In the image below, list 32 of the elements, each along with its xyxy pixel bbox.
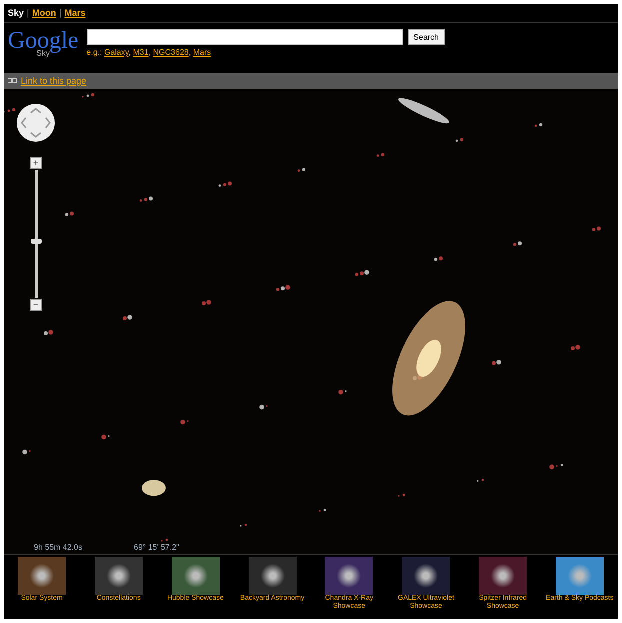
separator: | [59,8,62,18]
page-link[interactable]: Link to this page [21,76,87,86]
thumbnail-placeholder [402,557,450,595]
example-link[interactable]: NGC3628 [153,48,189,57]
right-ascension: 9h 55m 42.0s [34,543,82,552]
nav-link[interactable]: Mars [64,8,86,18]
thumbnail-placeholder [172,557,220,595]
example-link[interactable]: Galaxy [104,48,129,57]
thumbnail-placeholder [325,557,374,595]
comma: , [188,48,192,57]
thumbnail-placeholder [479,557,528,595]
zoom-out-button[interactable]: − [30,299,42,311]
example-link[interactable]: M31 [133,48,149,57]
thumbnail-placeholder [556,557,604,595]
link-icon [8,78,17,84]
pan-control-icon[interactable] [16,103,56,143]
zoom-slider-thumb[interactable] [31,238,42,244]
nav-link[interactable]: Sky [8,8,24,18]
nav-link[interactable]: Moon [32,8,56,18]
thumbnail-placeholder [94,557,143,595]
thumbnail-placeholder [18,557,66,595]
comma: , [148,48,152,57]
comma: , [128,48,132,57]
zoom-in-button[interactable]: + [30,157,42,169]
search-button[interactable]: Search [408,29,446,45]
thumbnail-placeholder [248,557,297,595]
example-link[interactable]: Mars [193,48,212,57]
sky-map[interactable]: + − 9h 55m 42.0s 69° 15' 57.2" [4,89,618,554]
separator: | [27,8,30,18]
search-field[interactable] [86,29,403,45]
declination: 69° 15' 57.2" [134,543,180,552]
examples-label: e.g.: [86,48,104,57]
